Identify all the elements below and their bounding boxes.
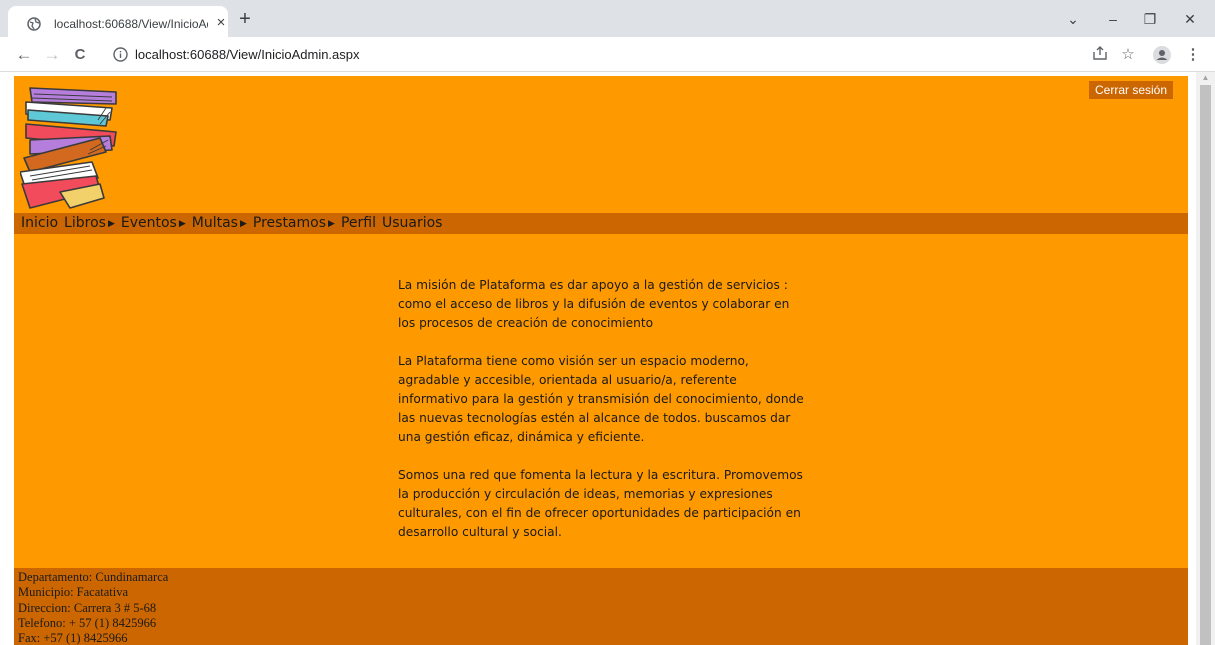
- restore-button[interactable]: ❐: [1137, 8, 1163, 30]
- address-bar[interactable]: localhost:60688/View/InicioAdmin.aspx: [100, 42, 1080, 68]
- forward-button[interactable]: →: [42, 45, 62, 65]
- menu-item-prestamos[interactable]: Prestamos ▶: [253, 215, 335, 234]
- menu-items: Inicio Libros ▶ Eventos ▶ Multas ▶ Prestamos ▶ Pe…: [21, 215, 448, 234]
- menu-item-libros[interactable]: Libros ▶: [64, 215, 115, 234]
- star-icon[interactable]: ☆: [1118, 45, 1138, 65]
- logout-button[interactable]: Cerrar sesión: [1089, 81, 1173, 99]
- reload-button[interactable]: C: [70, 45, 90, 65]
- browser-tab-strip: localhost:60688/View/InicioAdmin.aspx × …: [0, 0, 1215, 37]
- scrollbar-thumb[interactable]: [1200, 85, 1211, 645]
- footer-line: Telefono: + 57 (1) 8425966: [18, 615, 157, 630]
- url-text[interactable]: localhost:60688/View/InicioAdmin.aspx: [135, 47, 360, 62]
- share-icon[interactable]: [1090, 45, 1110, 65]
- menu-item-perfil[interactable]: Perfil: [341, 215, 376, 234]
- browser-toolbar: ← → C localhost:60688/View/InicioAdmin.a…: [0, 37, 1215, 72]
- footer-line: Municipio: Facatativa: [18, 585, 129, 600]
- footer-line: Departamento: Cundinamarca: [18, 570, 169, 584]
- footer-contact: Departamento: Cundinamarca Municipio: Fac…: [18, 570, 168, 645]
- page-body: Cerrar sesión Inicio Libros ▶ Eventos ▶ Multa…: [14, 76, 1188, 645]
- footer-line: Fax: +57 (1) 8425966: [18, 631, 128, 645]
- vertical-scrollbar[interactable]: ▲: [1196, 72, 1215, 645]
- menu-item-label: Libros: [64, 215, 106, 231]
- footer: Departamento: Cundinamarca Municipio: Fac…: [14, 568, 1188, 645]
- tab-title: localhost:60688/View/InicioAdmin.aspx: [54, 17, 208, 31]
- close-window-button[interactable]: ✕: [1177, 8, 1203, 30]
- submenu-arrow-icon: ▶: [239, 219, 247, 229]
- scroll-up-arrow-icon[interactable]: ▲: [1201, 74, 1210, 82]
- globe-icon: [27, 17, 41, 31]
- submenu-arrow-icon: ▶: [107, 219, 115, 229]
- menu-item-label: Multas: [191, 215, 238, 231]
- menu-item-eventos[interactable]: Eventos ▶: [121, 215, 186, 234]
- menu-item-label: Eventos: [120, 215, 177, 231]
- menu-item-label: Perfil: [340, 215, 376, 231]
- info-icon[interactable]: [113, 47, 128, 62]
- menu-item-inicio[interactable]: Inicio: [21, 215, 58, 234]
- close-tab-icon[interactable]: ×: [213, 15, 229, 31]
- books-stack-logo: [20, 87, 117, 209]
- tab-search-icon[interactable]: ⌄: [1060, 8, 1086, 30]
- menu-item-label: Inicio: [21, 215, 59, 231]
- menu-item-label: Usuarios: [381, 215, 443, 231]
- content-paragraph: Somos una red que fomenta la lectura y l…: [398, 468, 803, 539]
- back-button[interactable]: ←: [14, 45, 34, 65]
- page-viewport: Cerrar sesión Inicio Libros ▶ Eventos ▶ Multa…: [0, 72, 1215, 645]
- menu-item-label: Prestamos: [252, 215, 327, 231]
- main-menu: Inicio Libros ▶ Eventos ▶ Multas ▶ Prestamos ▶ Pe…: [14, 213, 1188, 234]
- submenu-arrow-icon: ▶: [178, 219, 186, 229]
- menu-item-multas[interactable]: Multas ▶: [192, 215, 247, 234]
- browser-tab[interactable]: localhost:60688/View/InicioAdmin.aspx ×: [8, 6, 228, 37]
- profile-icon[interactable]: [1152, 45, 1172, 65]
- menu-item-usuarios[interactable]: Usuarios: [382, 215, 443, 234]
- new-tab-button[interactable]: +: [234, 9, 256, 31]
- footer-line: Direccion: Carrera 3 # 5-68: [18, 600, 157, 615]
- submenu-arrow-icon: ▶: [328, 219, 335, 229]
- minimize-button[interactable]: –: [1100, 8, 1126, 30]
- menu-dots-icon[interactable]: ⋮: [1183, 45, 1203, 65]
- content-paragraph: La misión de Plataforma es dar apoyo a l…: [398, 278, 790, 330]
- main-content: La misión de Plataforma es dar apoyo a l…: [398, 276, 808, 561]
- content-paragraph: La Plataforma tiene como visión ser un e…: [398, 354, 804, 444]
